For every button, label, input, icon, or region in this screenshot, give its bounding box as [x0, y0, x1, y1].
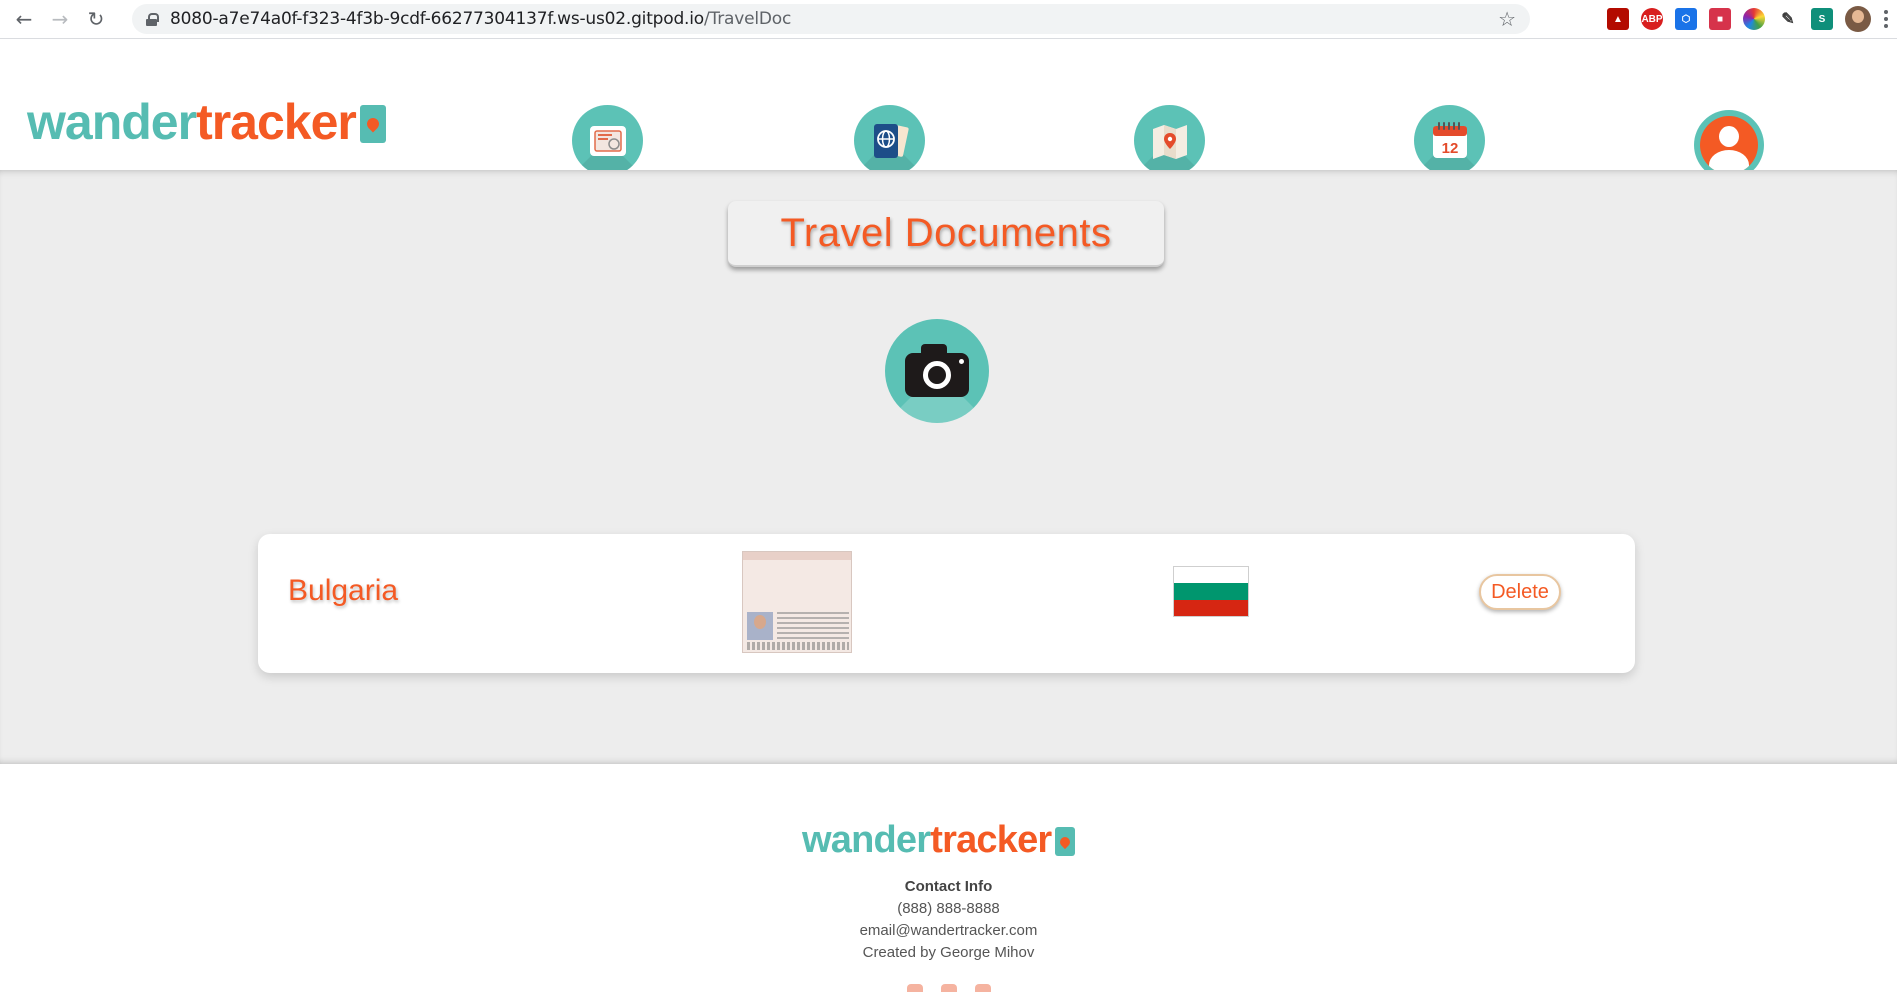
address-bar[interactable]: 8080-a7e74a0f-f323-4f3b-9cdf-66277304137… — [132, 4, 1530, 34]
passport-nav-icon[interactable] — [854, 105, 925, 176]
travel-documents-nav-icon[interactable] — [572, 105, 643, 176]
social-links — [0, 984, 1897, 992]
browser-menu-icon[interactable] — [1883, 10, 1889, 28]
forward-icon[interactable]: → — [46, 5, 74, 33]
cube-extension-icon[interactable]: ⬡ — [1675, 8, 1697, 30]
footer-credit: Created by George Mihov — [862, 944, 1035, 961]
passport-pin-icon — [359, 105, 386, 143]
pen-extension-icon[interactable]: ✎ — [1777, 8, 1799, 30]
calendar-nav-icon[interactable]: 12 — [1414, 105, 1485, 176]
reload-icon[interactable]: ↻ — [82, 5, 110, 33]
document-card: Bulgaria Delete — [258, 534, 1635, 673]
lock-icon — [146, 12, 159, 26]
s-extension-icon[interactable]: S — [1811, 8, 1833, 30]
bulgaria-flag-icon — [1173, 566, 1249, 617]
color-wheel-icon[interactable] — [1743, 8, 1765, 30]
contact-heading: Contact Info — [904, 878, 993, 895]
back-icon[interactable]: ← — [10, 5, 38, 33]
footer-passport-pin-icon — [1055, 827, 1076, 856]
social-icon[interactable] — [906, 984, 923, 992]
browser-toolbar: ← → ↻ 8080-a7e74a0f-f323-4f3b-9cdf-66277… — [0, 0, 1897, 39]
page-title: Travel Documents — [780, 210, 1112, 255]
contact-info: Contact Info (888) 888-8888 email@wander… — [0, 876, 1897, 964]
browser-profile-avatar[interactable] — [1845, 6, 1871, 32]
site-logo[interactable]: wandertracker — [27, 93, 386, 151]
bookmark-star-icon[interactable]: ☆ — [1498, 7, 1516, 31]
red-extension-icon[interactable]: ■ — [1709, 8, 1731, 30]
calendar-number: 12 — [1441, 140, 1458, 157]
map-nav-icon[interactable] — [1134, 105, 1205, 176]
adblock-icon[interactable]: ABP — [1641, 8, 1663, 30]
footer-logo[interactable]: wandertracker — [802, 819, 1076, 862]
url-path: /TravelDoc — [703, 9, 792, 29]
camera-upload-button[interactable] — [885, 319, 989, 423]
contact-phone: (888) 888-8888 — [897, 900, 1000, 917]
delete-button[interactable]: Delete — [1479, 574, 1561, 610]
passport-scan-thumbnail[interactable] — [742, 551, 852, 653]
social-icon[interactable] — [940, 984, 957, 992]
contact-email[interactable]: email@wandertracker.com — [0, 920, 1897, 942]
page-title-box: Travel Documents — [728, 201, 1164, 267]
site-footer: wandertracker Contact Info (888) 888-888… — [0, 764, 1897, 992]
main-content: Travel Documents Bulgaria Delete — [0, 170, 1897, 764]
document-country: Bulgaria — [288, 574, 399, 607]
social-icon[interactable] — [974, 984, 991, 992]
site-header: wandertracker 12 — [0, 39, 1897, 180]
acrobat-icon[interactable]: ▲ — [1607, 8, 1629, 30]
url-host: 8080-a7e74a0f-f323-4f3b-9cdf-66277304137… — [170, 9, 704, 29]
extensions-bar: ▲ ABP ⬡ ■ ✎ S — [1607, 6, 1889, 32]
